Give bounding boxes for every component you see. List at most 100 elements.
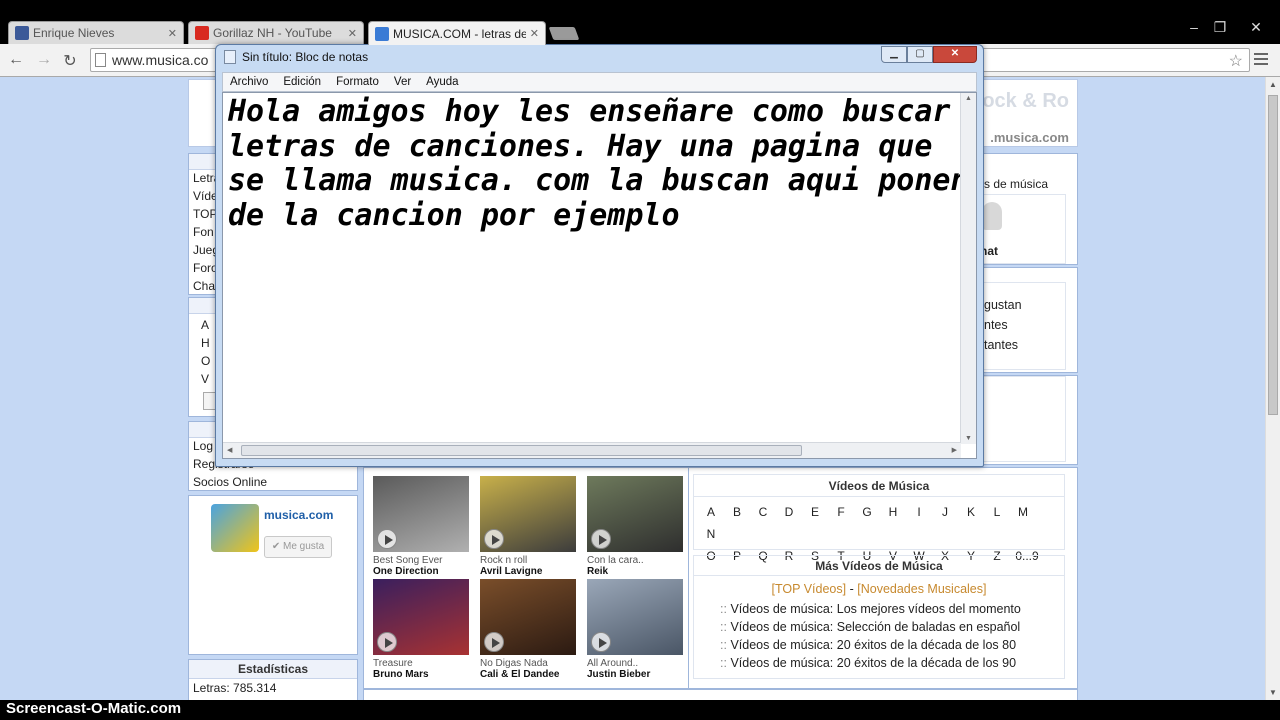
video-thumbnail[interactable] xyxy=(480,579,576,655)
tab-facebook[interactable]: Enrique Nieves ✕ xyxy=(8,21,184,44)
scroll-down-icon[interactable]: ▼ xyxy=(965,435,972,442)
notepad-menubar: Archivo Edición Formato Ver Ayuda xyxy=(222,72,977,92)
alphabet-letter-link[interactable]: J xyxy=(932,501,958,523)
video-artist[interactable]: Justin Bieber xyxy=(587,669,683,680)
notepad-window[interactable]: Sin título: Bloc de notas ▁ ▢ ✕ Archivo … xyxy=(215,44,984,467)
alphabet-letter-link[interactable]: L xyxy=(984,501,1010,523)
video-thumbnail[interactable] xyxy=(587,579,683,655)
tab-musica[interactable]: MUSICA.COM - letras de c ✕ xyxy=(368,21,546,45)
window-minimize-icon[interactable]: – xyxy=(1184,19,1204,35)
video-thumbnail[interactable] xyxy=(373,476,469,552)
play-icon[interactable] xyxy=(484,632,504,652)
video-thumbnail[interactable] xyxy=(587,476,683,552)
window-restore-icon[interactable]: ❐ xyxy=(1210,19,1230,36)
alphabet-letter-link[interactable]: A xyxy=(698,501,724,523)
videos-musica-panel: Vídeos de Música A B C D E F G H I J K L MN O P Q R S T U V W… xyxy=(689,467,1078,689)
scroll-right-icon[interactable]: ▶ xyxy=(952,446,957,454)
scroll-up-icon[interactable]: ▲ xyxy=(1269,80,1277,89)
play-icon[interactable] xyxy=(377,529,397,549)
partial-item[interactable]: ntes xyxy=(984,318,1008,332)
alphabet-letter-link[interactable]: I xyxy=(906,501,932,523)
mas-videos-item-label: Vídeos de música: Los mejores vídeos del… xyxy=(730,602,1021,616)
play-icon[interactable] xyxy=(377,632,397,652)
videos-label-partial[interactable]: s de música xyxy=(984,177,1048,191)
fb-site-name[interactable]: musica.com xyxy=(264,508,333,522)
top-videos-link[interactable]: [TOP Vídeos] xyxy=(772,582,847,596)
chrome-menu-icon[interactable] xyxy=(1254,53,1268,68)
menu-formato[interactable]: Formato xyxy=(336,76,379,88)
scrollbar-thumb[interactable] xyxy=(1268,95,1278,415)
video-artist[interactable]: Bruno Mars xyxy=(373,669,469,680)
novedades-link[interactable]: [Novedades Musicales] xyxy=(857,582,986,596)
socios-online-link[interactable]: Socios Online xyxy=(189,474,357,492)
video-card[interactable]: Rock n roll Avril Lavigne xyxy=(480,476,576,577)
notepad-titlebar[interactable]: Sin título: Bloc de notas xyxy=(224,50,368,64)
video-artist[interactable]: Reik xyxy=(587,566,683,577)
notepad-minimize-button[interactable]: ▁ xyxy=(881,46,907,63)
video-artist[interactable]: Cali & El Dandee xyxy=(480,669,576,680)
scroll-left-icon[interactable]: ◀ xyxy=(227,446,232,454)
video-card[interactable]: Con la cara.. Reik xyxy=(587,476,683,577)
video-thumbnail[interactable] xyxy=(480,476,576,552)
video-card[interactable]: No Digas Nada Cali & El Dandee xyxy=(480,579,576,680)
bookmark-star-icon[interactable]: ☆ xyxy=(1229,51,1243,71)
video-thumbnail[interactable] xyxy=(373,579,469,655)
scroll-up-icon[interactable]: ▲ xyxy=(965,95,972,102)
close-icon[interactable]: ✕ xyxy=(168,27,177,40)
video-card[interactable]: Best Song Ever One Direction xyxy=(373,476,469,577)
close-icon[interactable]: ✕ xyxy=(348,27,357,40)
mas-videos-item[interactable]: :: Vídeos de música: 20 éxitos de la déc… xyxy=(694,654,1064,672)
back-arrow-icon[interactable]: ← xyxy=(6,51,26,69)
partial-item[interactable]: tantes xyxy=(984,338,1018,352)
forward-arrow-icon[interactable]: → xyxy=(34,51,54,69)
page-scrollbar[interactable]: ▲ ▼ xyxy=(1265,77,1280,700)
alphabet-letter-link[interactable]: N xyxy=(698,523,724,545)
mas-videos-item[interactable]: :: Vídeos de música: Los mejores vídeos … xyxy=(694,600,1064,618)
videos-box-partial: s de música hat xyxy=(980,153,1078,265)
play-icon[interactable] xyxy=(591,632,611,652)
letter-link[interactable]: H xyxy=(201,336,210,350)
site-logo-text: .musica.com xyxy=(990,130,1069,145)
window-close-icon[interactable]: ✕ xyxy=(1246,19,1266,36)
notepad-maximize-button[interactable]: ▢ xyxy=(907,46,933,63)
menu-archivo[interactable]: Archivo xyxy=(230,76,268,88)
alphabet-letter-link[interactable]: K xyxy=(958,501,984,523)
like-label: Me gusta xyxy=(283,541,325,552)
like-button[interactable]: ✔ Me gusta xyxy=(264,536,332,558)
menu-ayuda[interactable]: Ayuda xyxy=(426,76,458,88)
chat-bubble-icon xyxy=(982,202,1002,230)
video-card[interactable]: All Around.. Justin Bieber xyxy=(587,579,683,680)
alphabet-letter-link[interactable]: D xyxy=(776,501,802,523)
video-artist[interactable]: One Direction xyxy=(373,566,469,577)
menu-ver[interactable]: Ver xyxy=(394,76,411,88)
new-tab-button[interactable] xyxy=(548,27,580,40)
menu-edicion[interactable]: Edición xyxy=(283,76,321,88)
letter-link[interactable]: A xyxy=(201,318,209,332)
alphabet-letter-link[interactable]: F xyxy=(828,501,854,523)
tab-youtube[interactable]: Gorillaz NH - YouTube ✕ xyxy=(188,21,364,44)
notepad-text-area[interactable]: Hola amigos hoy les enseñare como buscar… xyxy=(222,92,977,459)
notepad-vertical-scrollbar[interactable]: ▲ ▼ xyxy=(960,93,976,444)
alphabet-letter-link[interactable]: M xyxy=(1010,501,1036,523)
alphabet-letter-link[interactable]: H xyxy=(880,501,906,523)
reload-icon[interactable]: ↻ xyxy=(60,51,80,71)
video-card[interactable]: Treasure Bruno Mars xyxy=(373,579,469,680)
play-icon[interactable] xyxy=(591,529,611,549)
partial-item[interactable]: gustan xyxy=(984,298,1022,312)
scroll-down-icon[interactable]: ▼ xyxy=(1269,688,1277,697)
letter-link[interactable]: O xyxy=(201,354,210,368)
mas-videos-item[interactable]: :: Vídeos de música: Selección de balada… xyxy=(694,618,1064,636)
mas-videos-item[interactable]: :: Vídeos de música: 20 éxitos de la déc… xyxy=(694,636,1064,654)
alphabet-letter-link[interactable]: G xyxy=(854,501,880,523)
notepad-text[interactable]: Hola amigos hoy les enseñare como buscar… xyxy=(228,94,969,233)
letter-link[interactable]: V xyxy=(201,372,209,386)
notepad-close-button[interactable]: ✕ xyxy=(933,46,977,63)
video-artist[interactable]: Avril Lavigne xyxy=(480,566,576,577)
alphabet-letter-link[interactable]: B xyxy=(724,501,750,523)
close-icon[interactable]: ✕ xyxy=(530,27,539,40)
play-icon[interactable] xyxy=(484,529,504,549)
scrollbar-thumb[interactable] xyxy=(241,445,802,456)
notepad-horizontal-scrollbar[interactable]: ◀ ▶ xyxy=(223,442,961,458)
alphabet-letter-link[interactable]: C xyxy=(750,501,776,523)
alphabet-letter-link[interactable]: E xyxy=(802,501,828,523)
